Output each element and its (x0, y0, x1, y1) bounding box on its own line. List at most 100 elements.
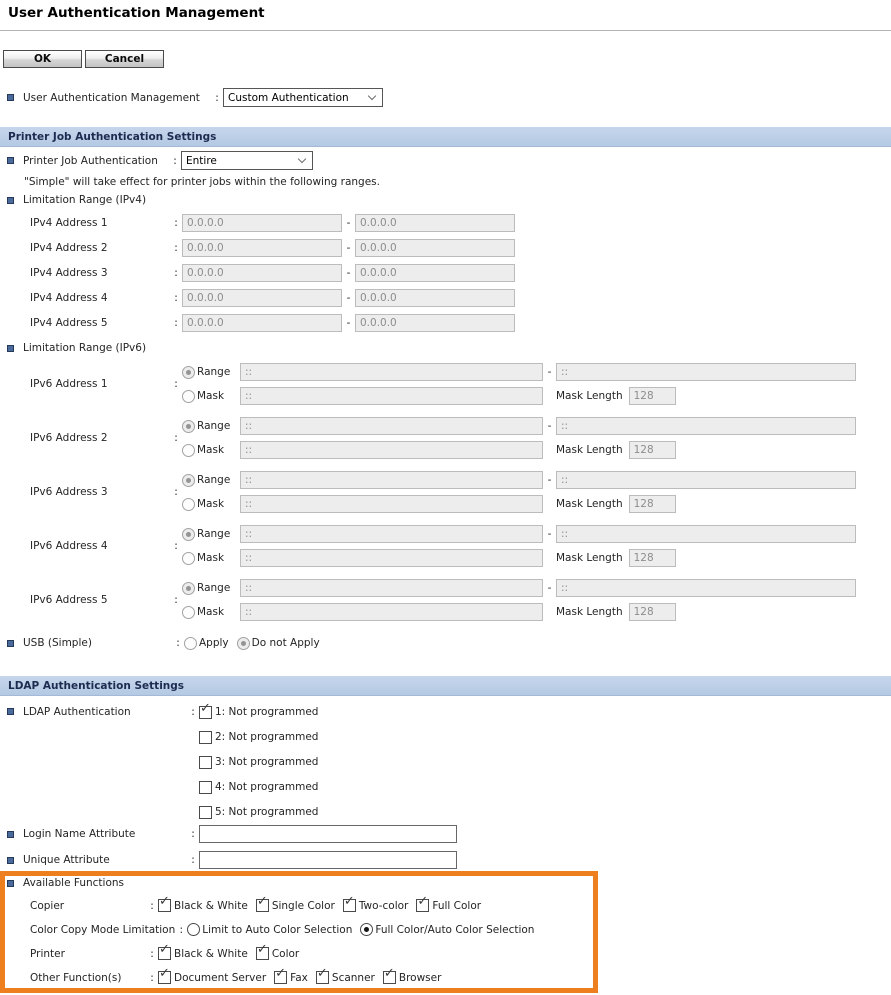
copier-option[interactable]: ✓ Two-color (343, 899, 409, 912)
dash-separator: - (543, 366, 556, 378)
ipv6-address-group: IPv6 Address 3 : Range - Mask Mask Lengt… (0, 471, 856, 513)
ccml-option[interactable]: Limit to Auto Color Selection (187, 923, 352, 936)
colon-separator: : (170, 267, 182, 279)
ipv6-mask-radio (182, 606, 195, 619)
color-copy-mode-limitation-row: Color Copy Mode Limitation : Limit to Au… (0, 922, 542, 937)
scanner-checkbox[interactable]: ✓ (316, 971, 329, 984)
printer-bw-checkbox[interactable]: ✓ (158, 947, 171, 960)
ldap-server-option[interactable]: 4: Not programmed (199, 780, 318, 794)
ipv6-range-from-input (240, 471, 543, 489)
dash-separator: - (342, 217, 355, 229)
ldap-server-checkbox[interactable]: ✓ (199, 706, 212, 719)
document-server-checkbox[interactable]: ✓ (158, 971, 171, 984)
colon-separator: : (175, 924, 187, 936)
ldap-server-checkbox[interactable] (199, 731, 212, 744)
limitation-range-ipv4-label: Limitation Range (IPv4) (23, 194, 146, 206)
ccml-option[interactable]: Full Color/Auto Color Selection (360, 923, 534, 936)
check-icon: ✓ (159, 966, 170, 981)
other-function-label: Scanner (332, 972, 375, 984)
ipv6-mask-radio-label: Mask (197, 444, 224, 456)
ipv4-address-label: IPv4 Address 1 (30, 217, 170, 229)
ipv6-mask-input (240, 549, 543, 567)
unique-attribute-label: Unique Attribute (23, 854, 187, 866)
ipv6-range-from-input (240, 363, 543, 381)
ipv6-range-radio (182, 420, 195, 433)
ipv6-address-group: IPv6 Address 5 : Range - Mask Mask Lengt… (0, 579, 856, 621)
colon-separator: : (146, 948, 158, 960)
colon-separator: : (187, 828, 199, 840)
ipv6-address-label: IPv6 Address 1 (30, 378, 170, 390)
colon-separator: : (172, 637, 184, 649)
ipv6-range-radio-label: Range (197, 528, 230, 540)
copier-option[interactable]: ✓ Black & White (158, 899, 248, 912)
other-function-option[interactable]: ✓ Fax (274, 971, 308, 984)
bullet-icon (7, 708, 14, 715)
ipv6-address-label: IPv6 Address 5 (30, 594, 170, 606)
ldap-server-option[interactable]: 5: Not programmed (199, 805, 318, 819)
check-icon: ✓ (159, 894, 170, 909)
simple-note-text: "Simple" will take effect for printer jo… (24, 176, 380, 188)
printer-job-auth-select[interactable]: Entire (181, 151, 313, 170)
ipv6-range-radio-label: Range (197, 420, 230, 432)
copier-bw-checkbox[interactable]: ✓ (158, 899, 171, 912)
dash-separator: - (543, 582, 556, 594)
login-name-input[interactable] (199, 825, 457, 843)
unique-attribute-input[interactable] (199, 851, 457, 869)
dash-separator: - (543, 528, 556, 540)
browser-checkbox[interactable]: ✓ (383, 971, 396, 984)
bullet-icon (7, 157, 14, 164)
printer-option[interactable]: ✓ Black & White (158, 947, 248, 960)
ldap-server-checkbox[interactable] (199, 781, 212, 794)
mask-length-label: Mask Length (556, 498, 623, 510)
colon-separator: : (169, 155, 181, 167)
printer-color-checkbox[interactable]: ✓ (256, 947, 269, 960)
limit-auto-color-radio[interactable] (187, 923, 200, 936)
ldap-server-option[interactable]: 3: Not programmed (199, 755, 318, 769)
copier-option-label: Full Color (432, 900, 481, 912)
ipv6-address-group: IPv6 Address 1 : Range - Mask Mask Lengt… (0, 363, 856, 405)
full-color-auto-radio[interactable] (360, 923, 373, 936)
ipv6-range-from-input (240, 525, 543, 543)
ipv4-address-row: IPv4 Address 2 : - (0, 239, 515, 257)
printer-row: Printer : ✓ Black & White ✓ Color (0, 946, 307, 961)
other-function-option[interactable]: ✓ Document Server (158, 971, 266, 984)
copier-option[interactable]: ✓ Full Color (416, 899, 481, 912)
copier-full-color-checkbox[interactable]: ✓ (416, 899, 429, 912)
usb-simple-row: USB (Simple) : Apply Do not Apply (0, 635, 328, 651)
other-function-option[interactable]: ✓ Browser (383, 971, 442, 984)
ldap-server-option[interactable]: 2: Not programmed (199, 730, 318, 744)
ldap-server-checkbox[interactable] (199, 756, 212, 769)
ipv6-range-from-input (240, 417, 543, 435)
colon-separator: : (170, 317, 182, 329)
dash-separator: - (342, 267, 355, 279)
ipv6-mask-radio-label: Mask (197, 390, 224, 402)
colon-separator: : (170, 594, 182, 606)
colon-separator: : (146, 900, 158, 912)
other-functions-label: Other Function(s) (30, 972, 146, 984)
other-function-option[interactable]: ✓ Scanner (316, 971, 375, 984)
fax-checkbox[interactable]: ✓ (274, 971, 287, 984)
ldap-server-label: 4: Not programmed (215, 781, 318, 793)
ipv4-address-row: IPv4 Address 1 : - (0, 214, 515, 232)
ipv4-address-row: IPv4 Address 5 : - (0, 314, 515, 332)
copier-option[interactable]: ✓ Single Color (256, 899, 335, 912)
ldap-server-option[interactable]: ✓ 1: Not programmed (199, 705, 318, 719)
colon-separator: : (187, 705, 199, 718)
printer-job-auth-label: Printer Job Authentication (23, 155, 169, 167)
ipv6-address-group: IPv6 Address 4 : Range - Mask Mask Lengt… (0, 525, 856, 567)
printer-option[interactable]: ✓ Color (256, 947, 299, 960)
bullet-icon (7, 857, 14, 864)
color-copy-mode-limitation-label: Color Copy Mode Limitation (30, 924, 175, 936)
limitation-range-ipv6-label: Limitation Range (IPv6) (23, 342, 146, 354)
cancel-button[interactable]: Cancel (85, 50, 164, 68)
ipv6-mask-radio-label: Mask (197, 498, 224, 510)
copier-two-color-checkbox[interactable]: ✓ (343, 899, 356, 912)
ipv6-range-radio (182, 366, 195, 379)
ipv6-mask-input (240, 603, 543, 621)
other-function-label: Browser (399, 972, 442, 984)
ldap-server-checkbox[interactable] (199, 806, 212, 819)
copier-single-color-checkbox[interactable]: ✓ (256, 899, 269, 912)
ldap-authentication-label: LDAP Authentication (23, 705, 187, 718)
ok-button[interactable]: OK (3, 50, 82, 68)
user-auth-mode-select[interactable]: Custom Authentication (223, 88, 383, 107)
